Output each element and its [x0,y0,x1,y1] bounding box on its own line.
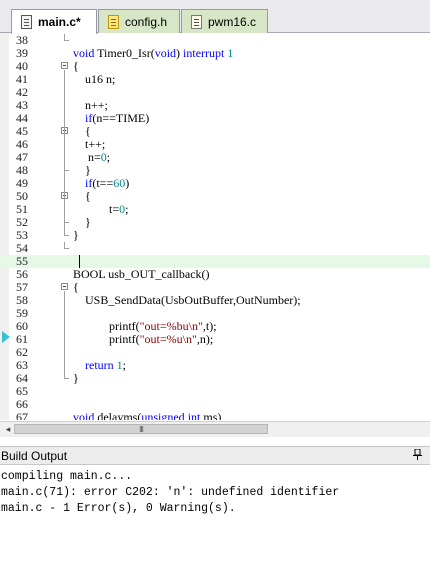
tab-label: main.c* [38,15,81,29]
build-output-line: main.c(71): error C202: 'n': undefined i… [1,486,340,499]
fold-guide-end [64,248,69,249]
fold-guide-end [64,378,69,379]
pin-icon-glyph [413,448,422,460]
fold-guide [64,291,65,378]
fold-guide-end [64,170,69,171]
build-output-panel[interactable]: compiling main.c... main.c(71): error C2… [0,466,430,577]
code-line[interactable]: 65 [0,385,430,398]
tab-label: pwm16.c [208,14,257,29]
build-output-title: Build Output [1,449,68,463]
fold-guide [64,200,65,222]
fold-collapse-icon[interactable] [61,62,68,69]
code-text: return 1; [85,358,126,372]
header-file-icon [108,14,119,29]
scrollbar-thumb[interactable]: III [14,424,268,434]
tab-main-c[interactable]: main.c* [11,9,97,34]
fold-guide-end [64,222,69,223]
fold-guide-end [64,235,69,236]
fold-guide [64,34,65,40]
code-line[interactable]: 67 void delayms(unsigned int ms) [0,410,430,421]
build-output-header: Build Output [0,446,430,465]
current-position-arrow-icon [2,331,10,343]
code-text: } [73,228,79,242]
code-text: void Timer0_Isr(void) interrupt 1 [73,46,234,60]
code-text: } [73,371,79,385]
tab-label: config.h [125,14,168,29]
code-text: BOOL usb_OUT_callback() [73,267,210,281]
code-text: USB_SendData(UsbOutBuffer,OutNumber); [73,293,301,307]
build-output-line: main.c - 1 Error(s), 0 Warning(s). [1,502,236,515]
tab-pwm16-c[interactable]: pwm16.c [181,9,268,33]
code-line[interactable]: 39 void Timer0_Isr(void) interrupt 1 [0,47,430,60]
code-text: void delayms(unsigned int ms) [73,410,222,421]
code-line[interactable]: 56 BOOL usb_OUT_callback() [0,268,430,281]
build-output-line: compiling main.c... [1,470,133,483]
pin-icon[interactable] [413,448,422,463]
code-text: u16 n; [73,72,116,86]
line-number: 67 [16,410,28,421]
fold-guide [64,135,65,170]
code-editor[interactable]: 38 39 void Timer0_Isr(void) interrupt 1 40{… [0,33,430,420]
fold-collapse-icon[interactable] [61,283,68,290]
horizontal-scrollbar[interactable]: ◂ III [0,421,430,437]
c-file-icon [191,14,202,29]
code-text: printf("out=%u\n",n); [73,332,214,346]
fold-guide [64,242,65,248]
current-code-line[interactable]: 55 [0,255,430,268]
tab-config-h[interactable]: config.h [98,9,180,33]
c-file-icon [21,15,32,29]
editor-tab-strip: main.c* config.h pwm16.c [0,0,430,34]
fold-guide-end [64,40,69,41]
